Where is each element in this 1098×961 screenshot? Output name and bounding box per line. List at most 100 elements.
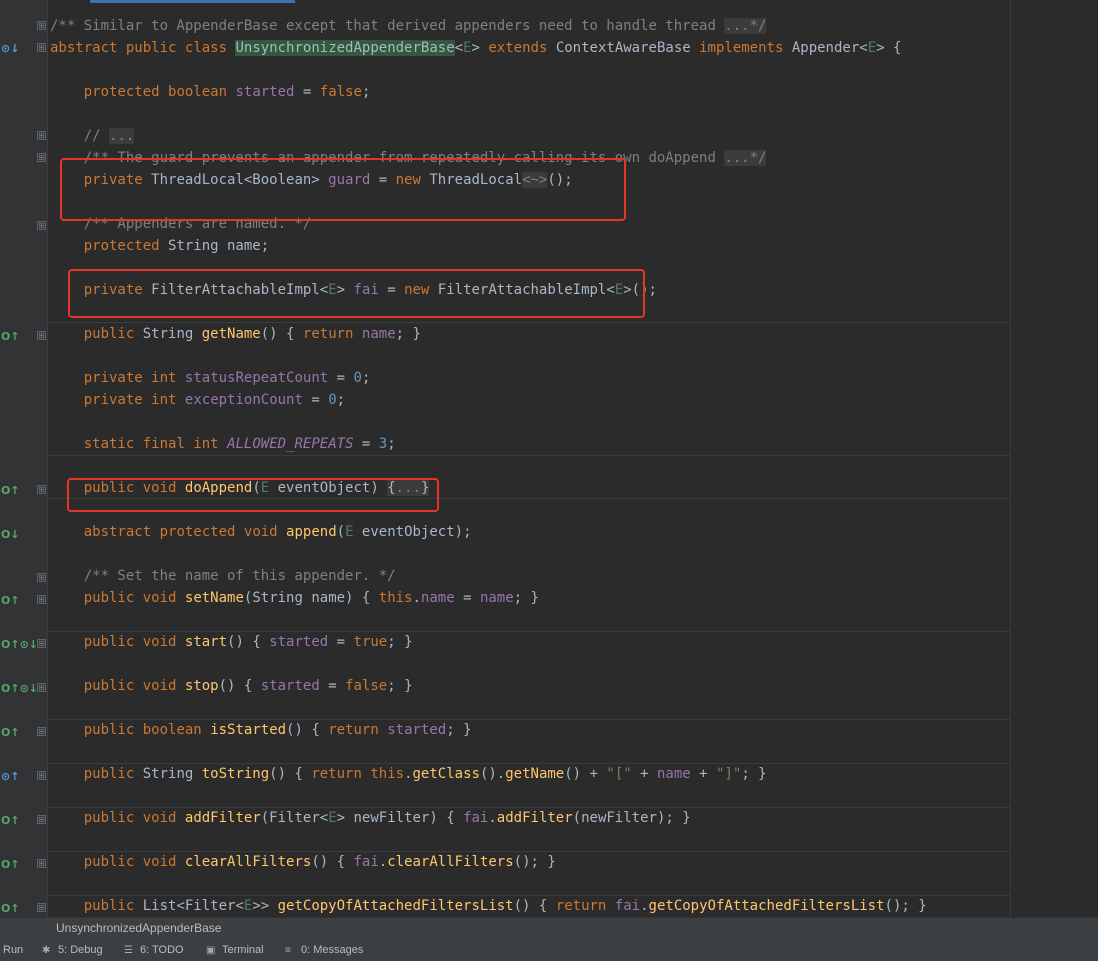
fold-toggle-icon[interactable]: ⊞: [37, 683, 46, 692]
code-line[interactable]: private int exceptionCount = 0;: [0, 389, 1010, 411]
tool-window-bar: Run ✱ 5: Debug ☰ 6: TODO ▣ Terminal ≡ 0: Mes…: [0, 940, 1098, 961]
fold-toggle-icon[interactable]: ⊞: [37, 331, 46, 340]
code-line[interactable]: [0, 653, 1010, 675]
override-icon[interactable]: O↑: [1, 595, 20, 607]
fold-toggle-icon[interactable]: ⊞: [37, 815, 46, 824]
code-line[interactable]: [0, 103, 1010, 125]
tool-window-messages[interactable]: ≡ 0: Messages: [285, 944, 363, 956]
override-icon[interactable]: O↑: [1, 331, 20, 343]
fold-toggle-icon[interactable]: ⊞: [37, 903, 46, 912]
file-name-tab[interactable]: UnsynchronizedAppenderBase: [56, 921, 221, 935]
code-text: public boolean isStarted() { return star…: [83, 722, 472, 738]
code-line[interactable]: [0, 59, 1010, 81]
code-text: protected String name;: [83, 238, 270, 254]
method-separator: [48, 851, 1010, 852]
code-line[interactable]: public void stop() { started = false; }: [0, 675, 1010, 697]
fold-toggle-icon[interactable]: ⊞: [37, 573, 46, 582]
code-line[interactable]: [0, 873, 1010, 895]
code-text: public void start() { started = true; }: [83, 634, 413, 650]
code-line[interactable]: public void setName(String name) { this.…: [0, 587, 1010, 609]
code-text: public void clearAllFilters() { fai.clea…: [83, 854, 556, 870]
code-line[interactable]: [0, 741, 1010, 763]
code-text: static final int ALLOWED_REPEATS = 3;: [83, 436, 396, 452]
code-line[interactable]: public void addFilter(Filter<E> newFilte…: [0, 807, 1010, 829]
method-separator: [48, 719, 1010, 720]
code-line[interactable]: [0, 609, 1010, 631]
code-line[interactable]: public String getName() { return name; }: [0, 323, 1010, 345]
override-icon[interactable]: O↑: [1, 485, 20, 497]
fold-toggle-icon[interactable]: ⊞: [37, 21, 46, 30]
implemented-icon[interactable]: O↓: [1, 529, 20, 541]
fold-toggle-icon[interactable]: ⊞: [37, 153, 46, 162]
method-separator: [48, 807, 1010, 808]
override-icon[interactable]: O↑⊙↓: [1, 683, 38, 695]
code-text: abstract public class UnsynchronizedAppe…: [50, 40, 902, 56]
code-text: protected boolean started = false;: [83, 84, 371, 100]
code-line[interactable]: /** Similar to AppenderBase except that …: [0, 15, 1010, 37]
override-icon[interactable]: O↑: [1, 859, 20, 871]
code-line[interactable]: [0, 829, 1010, 851]
override-icon[interactable]: O↑: [1, 903, 20, 915]
navigation-link-underline: [90, 0, 295, 3]
tool-window-debug[interactable]: ✱ 5: Debug: [42, 944, 103, 956]
code-text: public String toString() { return this.g…: [83, 766, 767, 782]
code-line[interactable]: abstract protected void append(E eventOb…: [0, 521, 1010, 543]
code-text: // ...: [83, 128, 135, 144]
tool-window-terminal[interactable]: ▣ Terminal: [206, 944, 264, 956]
method-separator: [48, 763, 1010, 764]
code-text: abstract protected void append(E eventOb…: [83, 524, 472, 540]
code-line[interactable]: public String toString() { return this.g…: [0, 763, 1010, 785]
bug-icon: ✱: [42, 945, 51, 956]
right-margin-guide: [1010, 0, 1011, 917]
code-line[interactable]: protected boolean started = false;: [0, 81, 1010, 103]
code-line[interactable]: [0, 543, 1010, 565]
code-text: /** Similar to AppenderBase except that …: [50, 18, 767, 34]
override-icon[interactable]: O↑⊙↓: [1, 639, 38, 651]
override-icon[interactable]: O↑: [1, 815, 20, 827]
code-line[interactable]: public List<Filter<E>> getCopyOfAttached…: [0, 895, 1010, 917]
code-line[interactable]: [0, 411, 1010, 433]
code-line[interactable]: public void clearAllFilters() { fai.clea…: [0, 851, 1010, 873]
tool-window-label: Run: [3, 944, 24, 956]
fold-toggle-icon[interactable]: ⊞: [37, 595, 46, 604]
messages-icon: ≡: [285, 945, 291, 956]
tool-window-todo[interactable]: ☰ 6: TODO: [124, 944, 184, 956]
code-line[interactable]: [0, 785, 1010, 807]
code-line[interactable]: private int statusRepeatCount = 0;: [0, 367, 1010, 389]
code-editor[interactable]: /** Similar to AppenderBase except that …: [0, 0, 1098, 917]
method-separator: [48, 895, 1010, 896]
code-line[interactable]: public void start() { started = true; }: [0, 631, 1010, 653]
code-text: public String getName() { return name; }: [83, 326, 421, 342]
fold-toggle-icon[interactable]: ⊞: [37, 43, 46, 52]
terminal-icon: ▣: [206, 945, 216, 956]
code-line[interactable]: /** Set the name of this appender. */: [0, 565, 1010, 587]
override-icon[interactable]: O↑: [1, 727, 20, 739]
code-line[interactable]: abstract public class UnsynchronizedAppe…: [0, 37, 1010, 59]
method-separator: [48, 322, 1010, 323]
code-line[interactable]: [0, 697, 1010, 719]
code-text: public List<Filter<E>> getCopyOfAttached…: [83, 898, 927, 914]
code-line[interactable]: public boolean isStarted() { return star…: [0, 719, 1010, 741]
fold-toggle-icon[interactable]: ⊞: [37, 859, 46, 868]
code-line[interactable]: protected String name;: [0, 235, 1010, 257]
highlight-box-guard: [60, 158, 626, 221]
fold-toggle-icon[interactable]: ⊞: [37, 727, 46, 736]
fold-toggle-icon[interactable]: ⊞: [37, 639, 46, 648]
code-line[interactable]: static final int ALLOWED_REPEATS = 3;: [0, 433, 1010, 455]
fold-toggle-icon[interactable]: ⊞: [37, 485, 46, 494]
override-icon[interactable]: ⊙↑: [1, 771, 19, 783]
bottom-bar: UnsynchronizedAppenderBase Run ✱ 5: Debug…: [0, 917, 1098, 961]
tool-window-run[interactable]: Run: [3, 944, 23, 956]
implemented-icon[interactable]: ⊙↓: [1, 43, 19, 55]
code-line[interactable]: [0, 345, 1010, 367]
fold-toggle-icon[interactable]: ⊞: [37, 771, 46, 780]
code-text: private int statusRepeatCount = 0;: [83, 370, 371, 386]
code-line[interactable]: [0, 455, 1010, 477]
highlight-box-doappend: [67, 478, 439, 512]
fold-toggle-icon[interactable]: ⊞: [37, 221, 46, 230]
tool-window-label: Terminal: [222, 944, 264, 956]
code-line[interactable]: // ...: [0, 125, 1010, 147]
fold-toggle-icon[interactable]: ⊞: [37, 131, 46, 140]
code-text: public void stop() { started = false; }: [83, 678, 413, 694]
tool-window-label: 6: TODO: [140, 944, 184, 956]
